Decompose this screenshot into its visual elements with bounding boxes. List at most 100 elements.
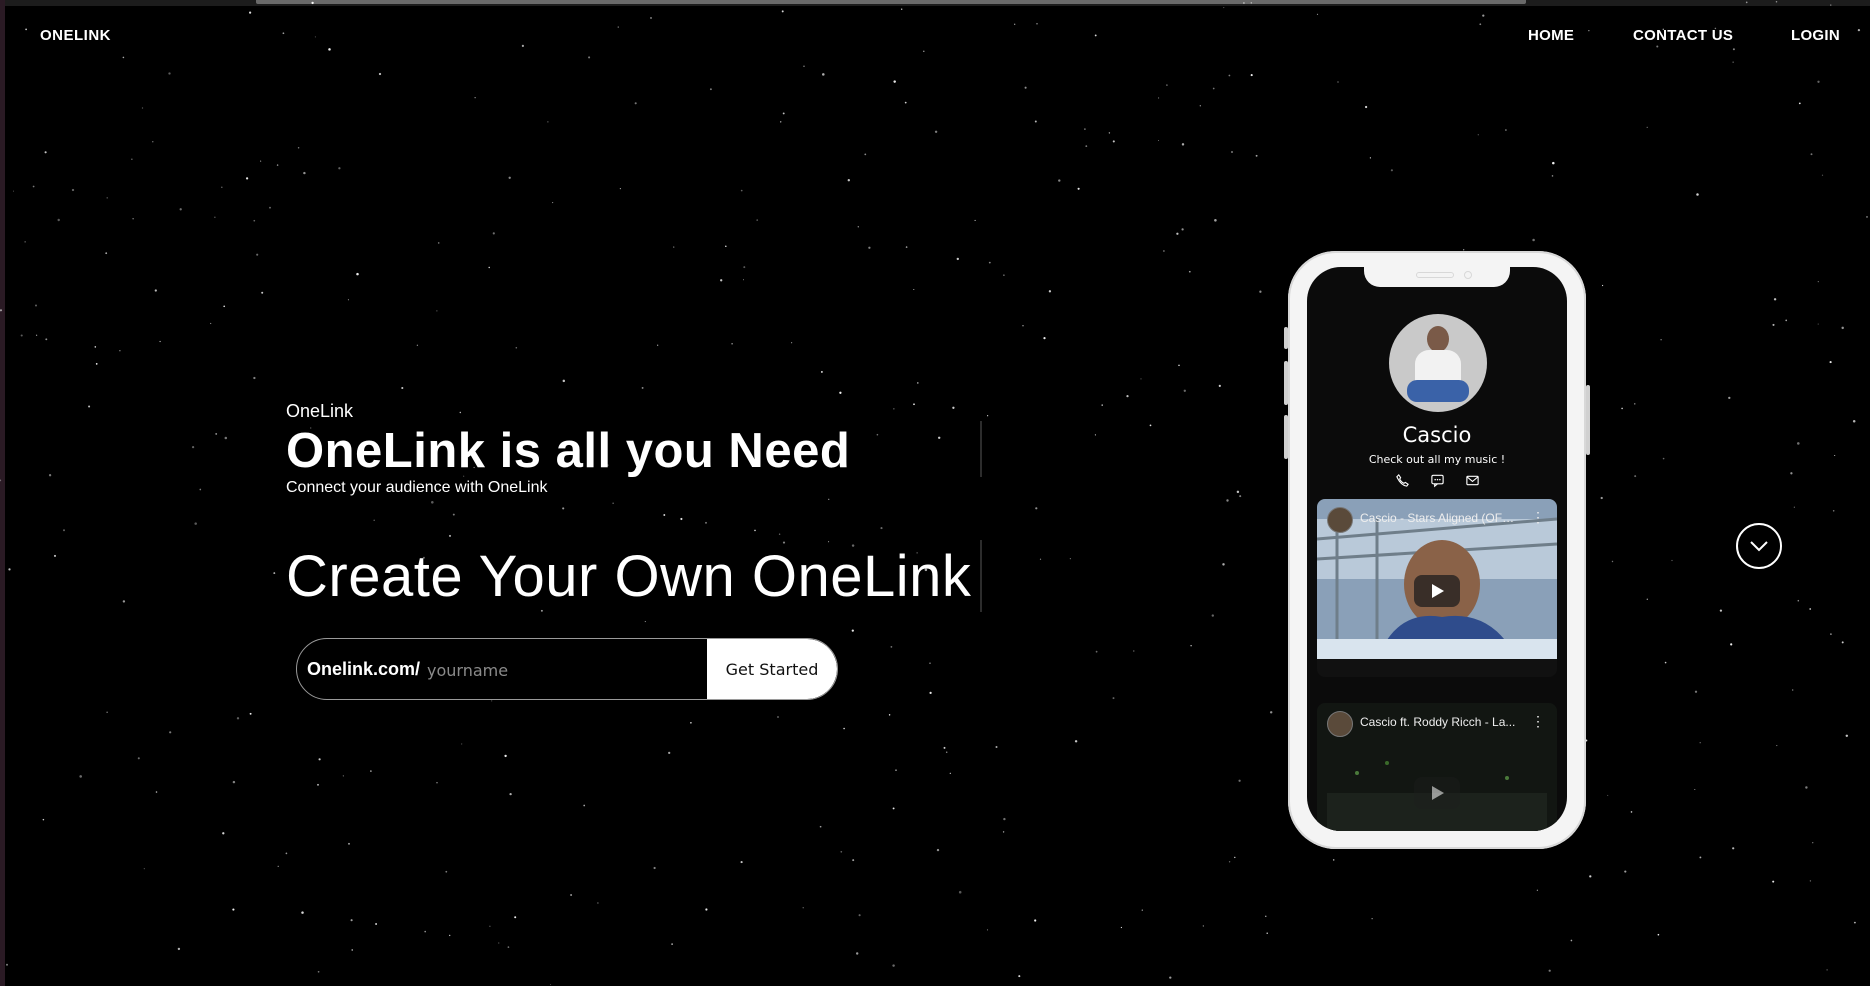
star	[1101, 404, 1103, 406]
star	[619, 188, 621, 190]
star	[756, 219, 759, 221]
star	[1226, 499, 1229, 502]
star	[893, 80, 896, 83]
star	[1126, 394, 1129, 398]
star	[232, 780, 236, 784]
star	[338, 167, 341, 170]
star	[223, 305, 226, 308]
star	[215, 432, 218, 435]
brand-logo[interactable]: ONELINK	[40, 27, 111, 44]
star	[375, 923, 378, 925]
star	[221, 186, 223, 189]
hero-subtitle: Connect your audience with OneLink	[286, 479, 548, 496]
star	[351, 949, 353, 951]
star	[1611, 560, 1614, 563]
star	[731, 343, 733, 345]
star	[1222, 563, 1225, 566]
star	[1662, 457, 1665, 460]
avatar-head	[1427, 326, 1449, 352]
star	[452, 513, 455, 516]
star	[876, 433, 879, 436]
play-icon[interactable]	[1414, 575, 1460, 607]
star	[1058, 179, 1061, 182]
phone-screen: Cascio Check out all my music ! Cascio -…	[1307, 267, 1567, 831]
star	[1797, 599, 1800, 602]
star	[1069, 558, 1071, 560]
star	[88, 405, 91, 408]
star	[1234, 856, 1236, 859]
create-title: Create Your Own OneLink	[286, 544, 972, 609]
mail-icon[interactable]	[1465, 473, 1480, 488]
star	[461, 743, 463, 745]
star	[743, 279, 744, 281]
star	[168, 72, 171, 75]
more-icon[interactable]: ⋮	[1531, 713, 1545, 730]
star	[892, 964, 895, 967]
star	[256, 253, 259, 256]
username-input[interactable]	[425, 652, 699, 688]
more-icon[interactable]: ⋮	[1531, 509, 1545, 526]
phone-side-button	[1284, 415, 1288, 459]
star	[892, 807, 895, 810]
star	[137, 757, 140, 760]
star	[1112, 140, 1115, 143]
star	[777, 716, 779, 718]
scroll-down-button[interactable]	[1736, 523, 1782, 569]
star	[57, 218, 60, 222]
star	[1034, 919, 1037, 922]
star	[583, 804, 586, 807]
star	[852, 859, 855, 862]
star	[913, 288, 915, 291]
star	[94, 346, 97, 348]
star	[1589, 875, 1592, 878]
star	[318, 758, 321, 761]
nav-link-home[interactable]: HOME	[1528, 27, 1574, 44]
star	[1364, 105, 1368, 109]
star	[8, 568, 11, 571]
star	[1039, 558, 1042, 560]
star	[45, 338, 48, 341]
star	[514, 916, 517, 919]
star	[1018, 975, 1021, 978]
star	[570, 894, 573, 896]
star	[1337, 81, 1339, 83]
starfield-background	[0, 1, 1868, 986]
star	[448, 534, 452, 537]
star	[169, 731, 172, 734]
play-icon[interactable]	[1414, 777, 1460, 809]
channel-avatar	[1327, 711, 1353, 737]
star	[436, 310, 438, 312]
star	[740, 861, 743, 864]
star	[1694, 788, 1696, 791]
star	[131, 158, 133, 160]
video-embed[interactable]: Cascio - Stars Aligned (OFFICIAL VIDEO) …	[1317, 499, 1557, 677]
nav-link-contact-us[interactable]: CONTACT US	[1633, 27, 1733, 44]
star	[1817, 80, 1820, 83]
star	[1634, 403, 1636, 405]
star	[44, 151, 47, 154]
star	[1793, 506, 1795, 508]
star	[929, 662, 931, 664]
nav-link-login[interactable]: LOGIN	[1791, 27, 1840, 44]
star	[956, 257, 959, 261]
star	[943, 746, 946, 749]
get-started-button[interactable]: Get Started	[707, 639, 837, 699]
star	[1149, 424, 1152, 427]
star	[179, 208, 182, 211]
video-title[interactable]: Cascio ft. Roddy Ricch - La...	[1360, 715, 1520, 729]
star	[1108, 132, 1111, 134]
star	[857, 226, 859, 228]
video-embed[interactable]: Cascio ft. Roddy Ricch - La... ⋮	[1317, 703, 1557, 831]
star	[492, 232, 495, 235]
star	[778, 533, 781, 535]
star	[245, 177, 249, 180]
star	[285, 852, 288, 855]
video-title[interactable]: Cascio - Stars Aligned (OFFICIAL VIDEO)	[1360, 511, 1520, 525]
star	[858, 914, 861, 917]
phone-icon[interactable]	[1395, 473, 1410, 488]
star	[261, 291, 264, 294]
message-icon[interactable]	[1430, 473, 1445, 488]
star	[436, 782, 438, 784]
star	[1719, 609, 1723, 612]
star	[437, 242, 440, 244]
